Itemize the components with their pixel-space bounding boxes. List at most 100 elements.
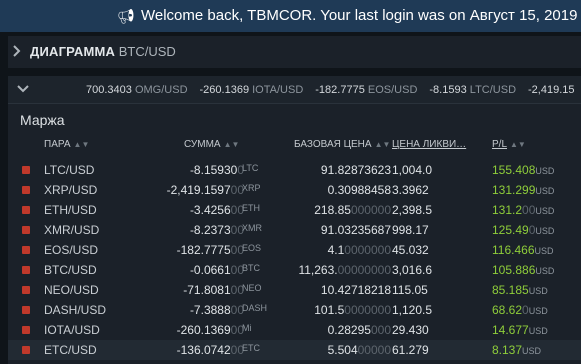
pl-cell: 155.408USD [492,163,555,177]
liquidation-price-cell: 1,004.0 [392,163,433,177]
chart-panel-header[interactable]: ДИАГРАММА BTC/USD [8,36,581,68]
position-marker[interactable] [22,346,30,354]
pl-cell: 68.620USD [492,303,548,317]
amount-cell: -7.388800 [189,303,244,317]
chevron-down-icon[interactable] [16,84,30,94]
table-row[interactable]: EOS/USD -182.777500 EOS 4.10000000 45.032 116… [8,240,581,260]
position-marker[interactable] [22,266,30,274]
ticker-value: -260.1369 [199,84,250,96]
amount-cell: -8.237300 [189,223,244,237]
table-row[interactable]: BTC/USD -0.066100 BTC 11,263.00000000 3,016.… [8,260,581,280]
amount-currency: LTC [242,163,259,173]
base-price-cell: 91.82873623 [320,163,391,177]
liquidation-price-cell: 3.3962 [392,183,429,197]
amount-currency: XRP [242,183,261,193]
chevron-right-icon[interactable] [12,44,22,58]
position-marker[interactable] [22,306,30,314]
sort-icon: ▲▼ [510,140,526,149]
ticker-symbol: LTC/USD [469,84,517,96]
pair-cell: NEO/USD [44,283,99,297]
liquidation-price-cell: 45.032 [392,243,429,257]
ticker-symbol: IOTA/USD [252,84,304,96]
table-row[interactable]: ETC/USD -136.074200 ETC 5.50400000 61.279 8.1… [8,340,581,360]
pair-cell: XRP/USD [44,183,98,197]
sort-icon: ▲▼ [374,140,391,149]
amount-currency: ETC [242,343,260,353]
column-header-sum[interactable]: СУММА ▲▼ [184,139,239,150]
liquidation-price-cell: 29.430 [392,323,429,337]
table-row[interactable]: XRP/USD -2,419.159700 XRP 0.30988458 3.3962 1… [8,180,581,200]
chart-title: ДИАГРАММА [30,44,116,59]
table-row[interactable]: XMR/USD -8.237300 XMR 91.03235687 998.17 125.… [8,220,581,240]
margin-panel: 700.3403 OMG/USD -260.1369 IOTA/USD -182.7… [8,76,581,364]
pl-cell: 8.137USD [492,343,542,357]
margin-table: LTC/USD -8.159300 LTC 91.82873623 1,004.0 155… [8,160,581,360]
amount-cell: -0.066100 [189,263,244,277]
table-row[interactable]: IOTA/USD -260.136900 Mi 0.28295000 29.430 14.… [8,320,581,340]
ticker-value: -2,419.15 [528,84,575,96]
pair-cell: EOS/USD [44,243,99,257]
ticker-value: -8.1593 [429,84,467,96]
position-marker[interactable] [22,326,30,334]
amount-cell: -8.159300 [189,163,244,177]
sort-icon: ▲▼ [223,140,240,149]
table-row[interactable]: NEO/USD -71.808100 NEO 10.42718218 115.05 85.… [8,280,581,300]
position-marker[interactable] [22,246,30,254]
pair-cell: BTC/USD [44,263,97,277]
pair-cell: XMR/USD [44,223,100,237]
chart-pair: BTC/USD [118,44,176,59]
base-price-cell: 10.42718218 [320,283,391,297]
column-header-base-price[interactable]: БАЗОВАЯ ЦЕНА ▲▼ [294,139,390,150]
base-price-cell: 91.03235687 [320,223,391,237]
table-row[interactable]: DASH/USD -7.388800 DASH 101.50000000 1,120.5… [8,300,581,320]
pl-cell: 131.200USD [492,203,555,217]
liquidation-price-cell: 115.05 [392,283,428,297]
amount-cell: -260.136900 [176,323,244,337]
pair-cell: IOTA/USD [44,323,100,337]
welcome-banner: 📢︎ Welcome back, TBMCOR. Your last login… [0,0,581,32]
base-price-cell: 5.50400000 [327,343,391,357]
ticker-value: -182.7775 [315,84,365,96]
megaphone-icon: 📢︎ [117,8,135,24]
ticker-bar: 700.3403 OMG/USD -260.1369 IOTA/USD -182.7… [8,76,581,104]
column-header-pl[interactable]: P/L ▲▼ [492,139,526,150]
liquidation-price-cell: 998.17 [392,223,429,237]
pl-cell: 125.490USD [492,223,555,237]
position-marker[interactable] [22,166,30,174]
column-header-pair[interactable]: ПАРА ▲▼ [44,139,89,150]
amount-cell: -136.074200 [176,343,244,357]
table-row[interactable]: LTC/USD -8.159300 LTC 91.82873623 1,004.0 155… [8,160,581,180]
table-header: ПАРА ▲▼ СУММА ▲▼ БАЗОВАЯ ЦЕНА ▲▼ ЦЕНА ЛИКВИ… [8,136,581,154]
table-row[interactable]: ETH/USD -3.425600 ETH 218.85000000 2,398.5 13… [8,200,581,220]
liquidation-price-cell: 2,398.5 [392,203,433,217]
base-price-cell: 0.30988458 [327,183,391,197]
pl-cell: 131.299USD [492,183,555,197]
base-price-cell: 11,263.00000000 [298,263,391,277]
price-ticker: 700.3403 OMG/USD -260.1369 IOTA/USD -182.7… [86,76,575,104]
amount-cell: -2,419.159700 [166,183,244,197]
pl-cell: 85.185USD [492,283,548,297]
amount-currency: Mi [242,323,252,333]
position-marker[interactable] [22,206,30,214]
amount-cell: -3.425600 [189,203,244,217]
base-price-cell: 101.50000000 [314,303,391,317]
pl-cell: 116.466USD [492,243,554,257]
amount-currency: EOS [242,243,262,253]
position-marker[interactable] [22,226,30,234]
pair-cell: ETH/USD [44,203,97,217]
amount-currency: NEO [242,283,262,293]
pl-cell: 14.677USD [492,323,548,337]
chart-panel-title: ДИАГРАММА BTC/USD [30,36,176,68]
ticker-symbol: EOS/USD [367,84,418,96]
column-header-liq-price[interactable]: ЦЕНА ЛИКВИ… [392,139,466,150]
base-price-cell: 0.28295000 [327,323,391,337]
base-price-cell: 4.10000000 [327,243,391,257]
welcome-message: Welcome back, TBMCOR. Your last login wa… [141,7,581,24]
position-marker[interactable] [22,186,30,194]
ticker-symbol: OMG/USD [134,84,188,96]
amount-cell: -182.777500 [176,243,244,257]
amount-currency: XMR [242,223,262,233]
amount-currency: ETH [242,203,260,213]
position-marker[interactable] [22,286,30,294]
pl-cell: 105.886USD [492,263,555,277]
